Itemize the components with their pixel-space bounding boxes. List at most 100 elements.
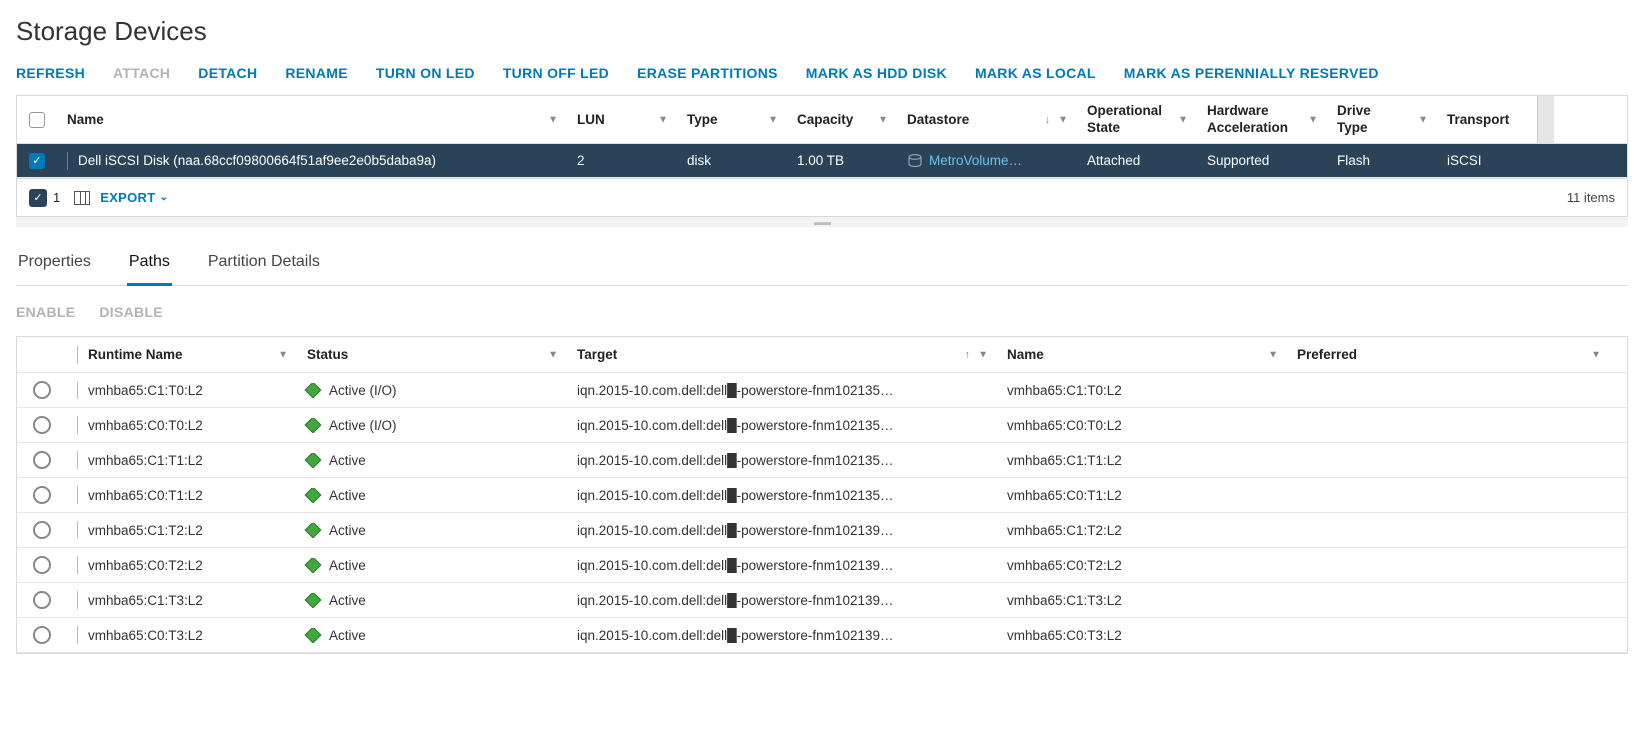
filter-icon[interactable]: ▼ [1178, 114, 1188, 125]
filter-icon[interactable]: ▼ [548, 114, 558, 125]
path-row[interactable]: vmhba65:C1:T3:L2Activeiqn.2015-10.com.de… [17, 583, 1627, 618]
rename-button[interactable]: RENAME [285, 65, 347, 81]
path-radio-cell[interactable] [17, 451, 67, 469]
filter-icon[interactable]: ▼ [1418, 114, 1428, 125]
path-target-cell: iqn.2015-10.com.dell:dell█-powerstore-fn… [567, 593, 997, 608]
datastore-link[interactable]: MetroVolume… [929, 153, 1022, 168]
filter-icon[interactable]: ▼ [658, 114, 668, 125]
path-radio-cell[interactable] [17, 626, 67, 644]
disable-path-button[interactable]: DISABLE [99, 304, 163, 320]
paths-grid: Runtime Name ▼ Status ▼ Target ↑ ▼ Name … [16, 336, 1628, 654]
path-radio[interactable] [33, 381, 51, 399]
path-runtime-cell: vmhba65:C1:T3:L2 [67, 591, 297, 609]
path-radio-cell[interactable] [17, 416, 67, 434]
path-status-cell: Active (I/O) [297, 418, 567, 433]
status-active-icon [305, 488, 322, 503]
path-target-cell: iqn.2015-10.com.dell:dell█-powerstore-fn… [567, 523, 997, 538]
device-datastore-cell[interactable]: MetroVolume… [897, 153, 1077, 168]
refresh-button[interactable]: REFRESH [16, 65, 85, 81]
path-status-cell: Active [297, 558, 567, 573]
path-name-cell: vmhba65:C0:T2:L2 [997, 558, 1287, 573]
turn-on-led-button[interactable]: TURN ON LED [376, 65, 475, 81]
path-radio[interactable] [33, 521, 51, 539]
device-row[interactable]: ✓Dell iSCSI Disk (naa.68ccf09800664f51af… [17, 144, 1627, 178]
filter-icon[interactable]: ▼ [278, 349, 288, 360]
detach-button[interactable]: DETACH [198, 65, 257, 81]
row-checkbox-cell[interactable]: ✓ [17, 153, 57, 169]
filter-icon[interactable]: ▼ [978, 349, 988, 360]
path-row[interactable]: vmhba65:C0:T2:L2 Activeiqn.2015-10.com.de… [17, 548, 1627, 583]
filter-icon[interactable]: ▼ [1268, 349, 1278, 360]
col-header-type-label: Type [687, 112, 718, 127]
path-row[interactable]: vmhba65:C1:T0:L2Active (I/O)iqn.2015-10.… [17, 373, 1627, 408]
col-header-name[interactable]: Name ▼ [57, 96, 567, 143]
col-header-capacity[interactable]: Capacity ▼ [787, 96, 897, 143]
enable-path-button[interactable]: ENABLE [16, 304, 75, 320]
tab-paths[interactable]: Paths [127, 247, 172, 286]
path-radio[interactable] [33, 591, 51, 609]
mark-perennial-button[interactable]: MARK AS PERENNIALLY RESERVED [1124, 65, 1379, 81]
export-label: EXPORT [100, 190, 155, 205]
device-drivetype-cell: Flash [1327, 153, 1437, 168]
col-header-type[interactable]: Type ▼ [677, 96, 787, 143]
path-target-cell: iqn.2015-10.com.dell:dell█-powerstore-fn… [567, 558, 997, 573]
path-radio[interactable] [33, 556, 51, 574]
path-radio[interactable] [33, 486, 51, 504]
path-row[interactable]: vmhba65:C0:T0:L2Active (I/O)iqn.2015-10.… [17, 408, 1627, 443]
devices-grid-footer: ✓ 1 EXPORT ⌄ 11 items [17, 178, 1627, 216]
col-header-runtime-name-label: Runtime Name [88, 347, 183, 362]
tab-properties[interactable]: Properties [16, 247, 93, 285]
path-row[interactable]: vmhba65:C0:T3:L2Activeiqn.2015-10.com.de… [17, 618, 1627, 653]
select-all-header[interactable] [17, 96, 57, 143]
filter-icon[interactable]: ▼ [548, 349, 558, 360]
status-active-icon [305, 383, 322, 398]
filter-icon[interactable]: ▼ [878, 114, 888, 125]
path-radio[interactable] [33, 451, 51, 469]
device-action-bar: REFRESHATTACHDETACHRENAMETURN ON LEDTURN… [16, 65, 1628, 81]
col-header-lun[interactable]: LUN ▼ [567, 96, 677, 143]
filter-icon[interactable]: ▼ [1591, 349, 1601, 360]
mark-hdd-button[interactable]: MARK AS HDD DISK [806, 65, 947, 81]
tab-partition-details[interactable]: Partition Details [206, 247, 322, 285]
col-header-operational-state[interactable]: OperationalState ▼ [1077, 96, 1197, 143]
path-row[interactable]: vmhba65:C1:T1:L2Activeiqn.2015-10.com.de… [17, 443, 1627, 478]
path-runtime-cell: vmhba65:C1:T0:L2 [67, 381, 297, 399]
col-header-status[interactable]: Status ▼ [297, 347, 567, 362]
col-header-datastore-label: Datastore [907, 112, 969, 127]
col-header-transport[interactable]: Transport [1437, 96, 1537, 143]
column-picker-icon[interactable] [74, 191, 90, 205]
path-radio-cell[interactable] [17, 521, 67, 539]
split-handle[interactable]: ▬▬ [16, 217, 1628, 227]
path-radio[interactable] [33, 416, 51, 434]
path-row[interactable]: vmhba65:C1:T2:L2Activeiqn.2015-10.com.de… [17, 513, 1627, 548]
filter-icon[interactable]: ▼ [1308, 114, 1318, 125]
col-header-target[interactable]: Target ↑ ▼ [567, 347, 997, 362]
path-radio[interactable] [33, 626, 51, 644]
col-header-hw-accel[interactable]: HardwareAcceleration ▼ [1197, 96, 1327, 143]
row-checkbox[interactable]: ✓ [29, 153, 45, 169]
erase-partitions-button[interactable]: ERASE PARTITIONS [637, 65, 778, 81]
mark-local-button[interactable]: MARK AS LOCAL [975, 65, 1096, 81]
path-radio-cell[interactable] [17, 381, 67, 399]
turn-off-led-button[interactable]: TURN OFF LED [503, 65, 609, 81]
sort-icon[interactable]: ↓ [1045, 114, 1051, 126]
sort-icon[interactable]: ↑ [965, 349, 971, 361]
export-button[interactable]: EXPORT ⌄ [100, 190, 168, 205]
path-row[interactable]: vmhba65:C0:T1:L2Activeiqn.2015-10.com.de… [17, 478, 1627, 513]
col-header-drive-type[interactable]: DriveType ▼ [1327, 96, 1437, 143]
path-radio-cell[interactable] [17, 591, 67, 609]
col-header-path-name[interactable]: Name ▼ [997, 347, 1287, 362]
col-header-capacity-label: Capacity [797, 112, 853, 127]
path-target-cell: iqn.2015-10.com.dell:dell█-powerstore-fn… [567, 628, 997, 643]
col-header-datastore[interactable]: Datastore ↓ ▼ [897, 96, 1077, 143]
filter-icon[interactable]: ▼ [768, 114, 778, 125]
col-header-runtime-name[interactable]: Runtime Name ▼ [67, 346, 297, 364]
select-all-checkbox[interactable] [29, 112, 45, 128]
col-header-preferred[interactable]: Preferred ▼ [1287, 347, 1610, 362]
devices-grid-body[interactable]: ✓Dell iSCSI Disk (naa.68ccf09800664f51af… [17, 144, 1627, 178]
path-radio-cell[interactable] [17, 486, 67, 504]
datastore-icon [907, 154, 923, 168]
path-radio-cell[interactable] [17, 556, 67, 574]
devices-grid: Name ▼ LUN ▼ Type ▼ Capacity ▼ Datastore… [16, 95, 1628, 217]
filter-icon[interactable]: ▼ [1058, 114, 1068, 125]
